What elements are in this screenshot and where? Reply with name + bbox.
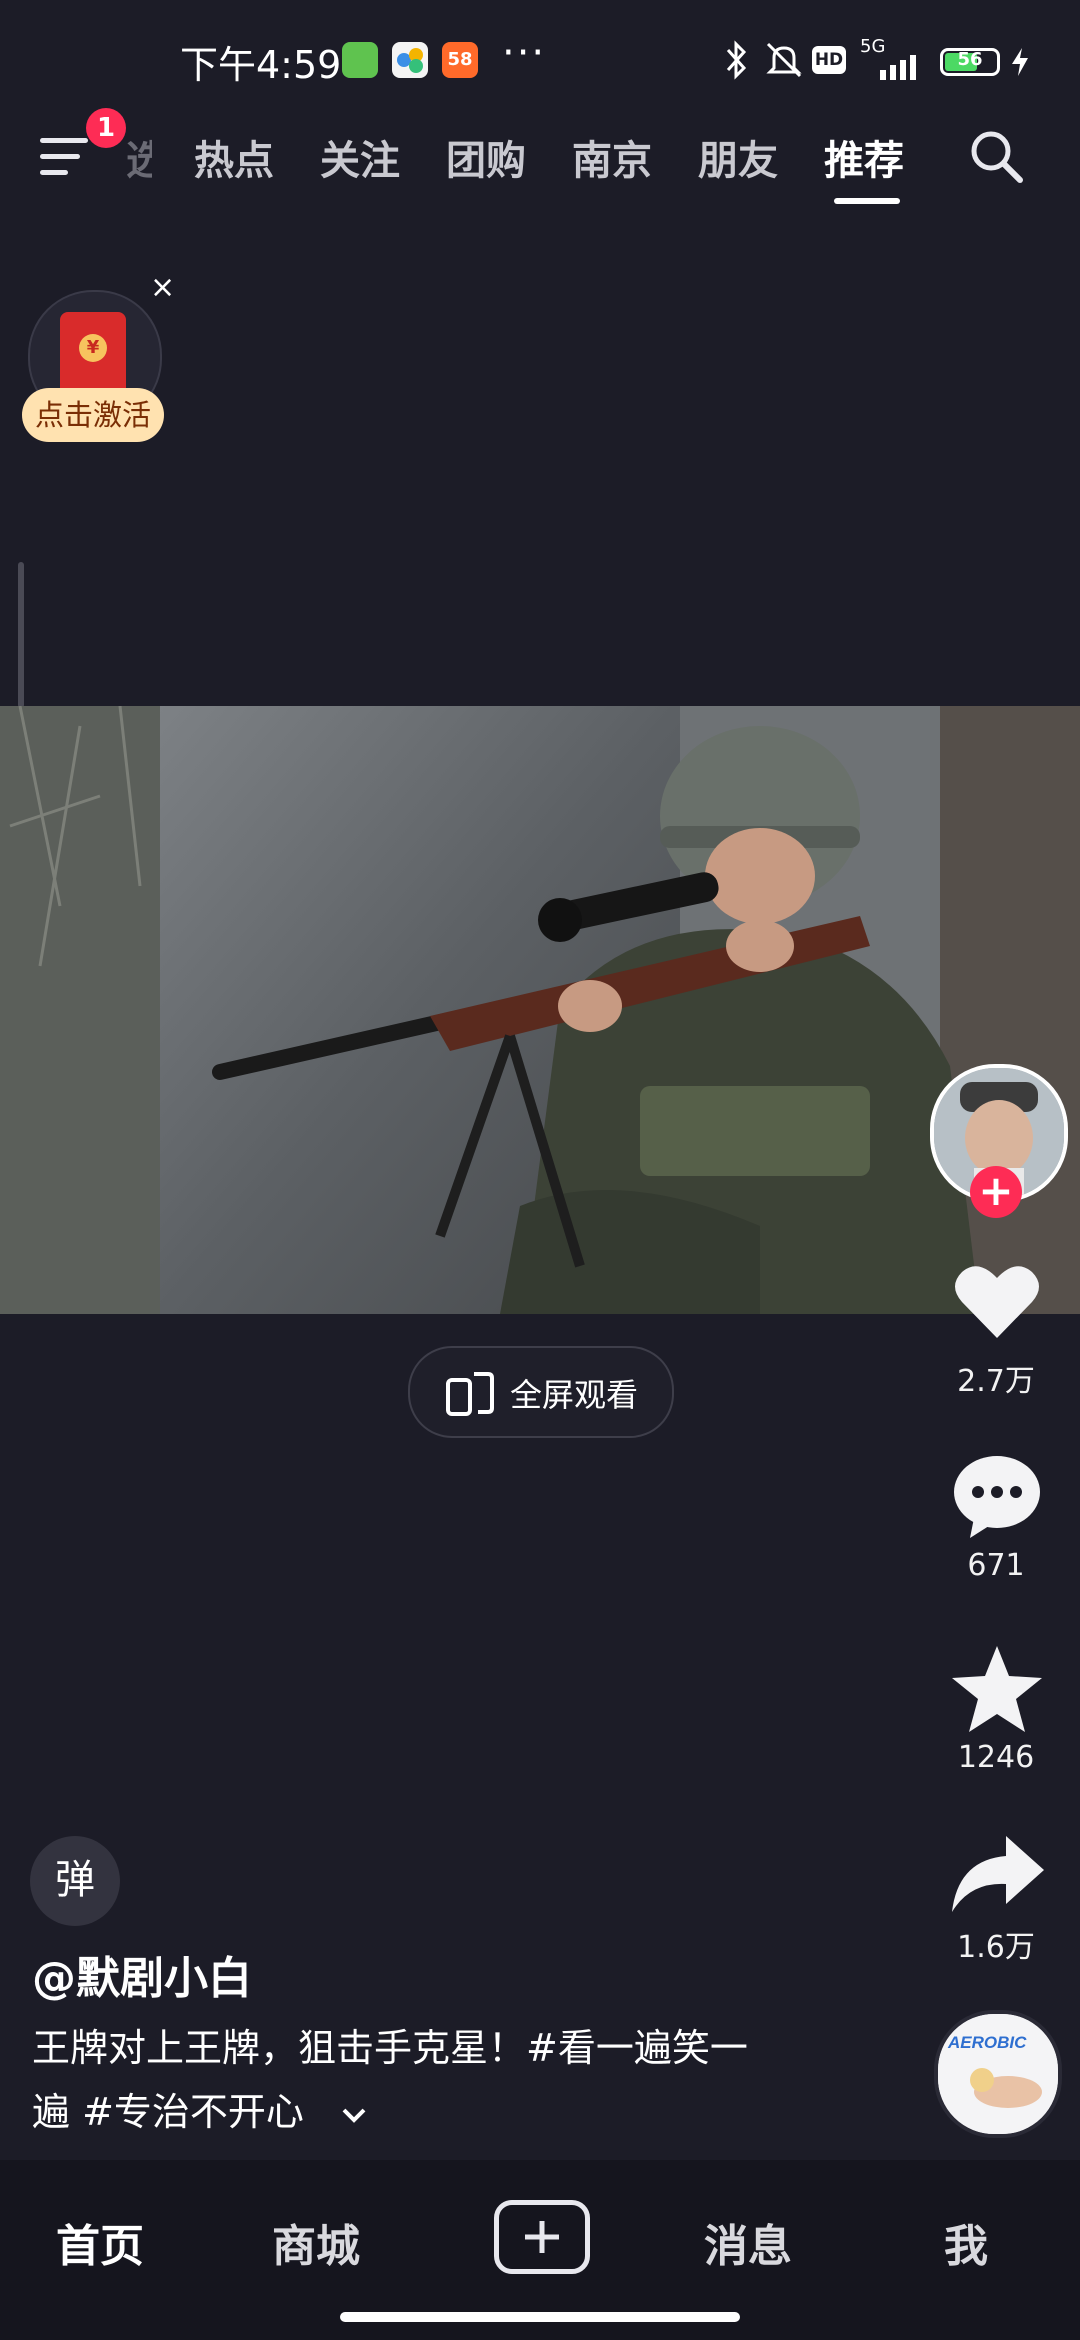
mute-bell-icon xyxy=(766,42,802,78)
music-cover-text: AEROBIC xyxy=(947,2033,1027,2052)
description-line-1: 王牌对上王牌，狙击手克星！#看一遍笑一 xyxy=(32,2026,748,2070)
58-app-notification-icon: 58 xyxy=(442,42,478,78)
wechat-notification-icon xyxy=(342,42,378,78)
close-icon[interactable]: × xyxy=(150,270,175,305)
create-post-button[interactable] xyxy=(494,2200,590,2274)
nav-messages[interactable]: 消息 xyxy=(704,2210,792,2274)
activate-button[interactable]: 点击激活 xyxy=(22,388,164,442)
nav-home[interactable]: 首页 xyxy=(56,2210,144,2274)
expand-chevron-icon[interactable] xyxy=(340,2106,368,2124)
scroll-indicator xyxy=(18,562,24,708)
follow-button[interactable]: + xyxy=(970,1166,1022,1218)
status-time: 下午4:59 xyxy=(180,43,342,87)
tab-following[interactable]: 关注 xyxy=(320,128,400,186)
bluetooth-icon xyxy=(726,40,747,80)
comment-count: 671 xyxy=(967,1548,1025,1583)
tab-friends[interactable]: 朋友 xyxy=(698,128,778,186)
status-bar: 下午4:59 58 ··· HD 5G 56 xyxy=(0,0,1080,120)
menu-button[interactable] xyxy=(40,132,96,182)
share-count: 1.6万 xyxy=(957,1930,1035,1965)
search-icon[interactable] xyxy=(966,126,1026,186)
comment-icon[interactable] xyxy=(952,1454,1042,1538)
music-disc[interactable]: AEROBIC xyxy=(934,2010,1062,2138)
tab-nanjing[interactable]: 南京 xyxy=(572,128,652,186)
signal-icon xyxy=(880,55,916,80)
fullscreen-button[interactable]: 全屏观看 xyxy=(408,1346,674,1438)
nav-me[interactable]: 我 xyxy=(944,2210,988,2274)
video-description[interactable]: 王牌对上王牌，狙击手克星！#看一遍笑一 遍 #专治不开心 xyxy=(32,2016,832,2144)
tab-hot[interactable]: 热点 xyxy=(194,128,274,186)
tab-partial[interactable]: 选 xyxy=(126,128,152,186)
tab-recommended[interactable]: 推荐 xyxy=(824,128,904,186)
hd-indicator: HD xyxy=(812,46,846,74)
rotate-screen-icon xyxy=(446,1372,494,1416)
tab-group-buy[interactable]: 团购 xyxy=(446,128,526,186)
home-indicator[interactable] xyxy=(340,2312,740,2322)
coin-icon: ¥ xyxy=(79,334,107,362)
more-notifications-icon: ··· xyxy=(502,30,547,76)
like-count: 2.7万 xyxy=(957,1364,1035,1399)
share-arrow-icon[interactable] xyxy=(950,1834,1046,1914)
video-player[interactable] xyxy=(0,706,1080,1314)
top-nav xyxy=(0,120,1080,230)
battery-icon: 56 xyxy=(940,48,1000,76)
author-name[interactable]: @默剧小白 xyxy=(32,1942,252,2006)
music-cover-image: AEROBIC xyxy=(938,2014,1058,2134)
nav-mall[interactable]: 商城 xyxy=(272,2210,360,2274)
plus-icon xyxy=(525,2221,559,2253)
active-tab-indicator xyxy=(834,198,900,204)
danmu-toggle-button[interactable]: 弹 xyxy=(30,1836,120,1926)
battery-level: 56 xyxy=(957,49,983,70)
charging-icon xyxy=(1012,48,1028,76)
favorite-count: 1246 xyxy=(957,1740,1035,1775)
menu-notification-badge: 1 xyxy=(86,108,126,148)
fullscreen-label: 全屏观看 xyxy=(510,1376,639,1414)
video-frame-image xyxy=(0,706,1080,1314)
like-heart-icon[interactable] xyxy=(952,1262,1042,1342)
description-line-2: 遍 #专治不开心 xyxy=(32,2090,304,2134)
app-notification-icon xyxy=(392,42,428,78)
favorite-star-icon[interactable] xyxy=(950,1644,1044,1734)
